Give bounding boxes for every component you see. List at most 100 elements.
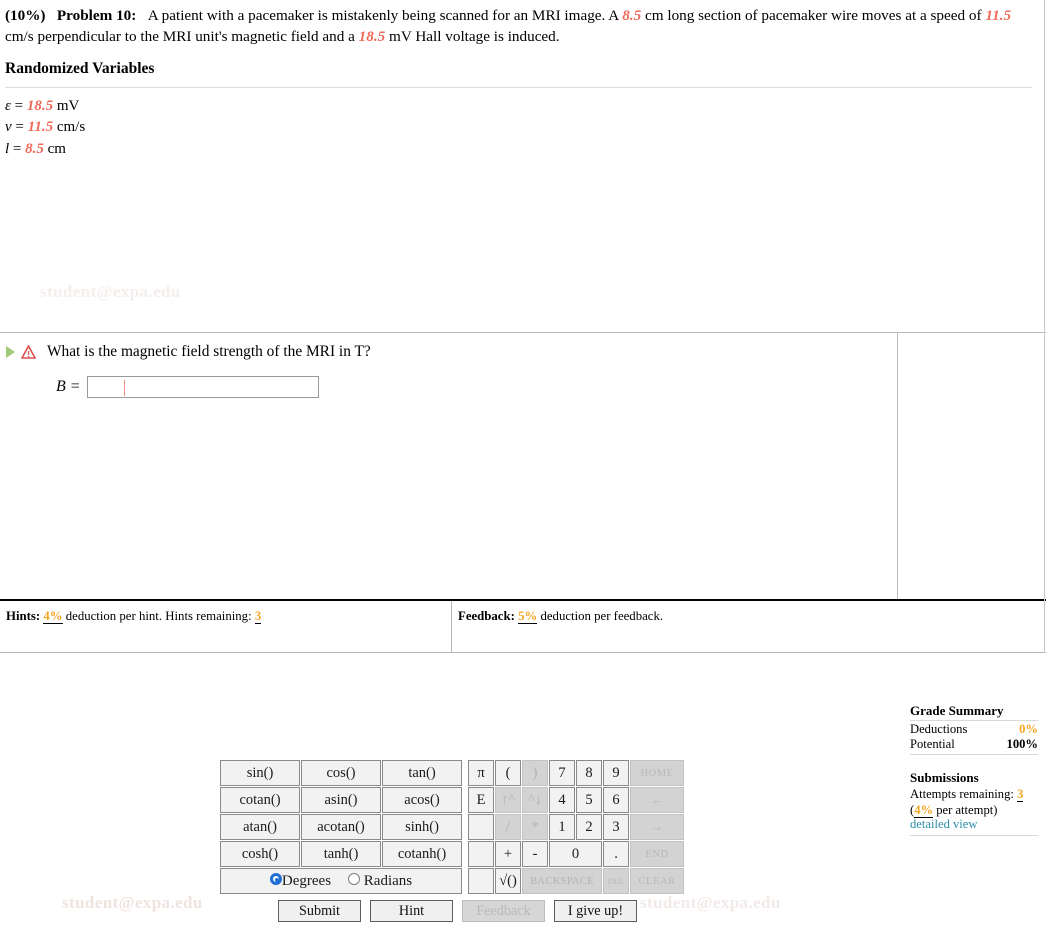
answer-input[interactable] — [86, 376, 319, 398]
warning-triangle-icon — [20, 344, 37, 359]
hints-text: deduction per hint. Hints remaining: — [62, 609, 255, 623]
calc-key-backspace[interactable]: BACKSPACE — [522, 868, 602, 894]
calc-mode-row: Degrees Radians — [220, 868, 462, 894]
problem-statement-text: (10%) Problem 10: A patient with a pacem… — [5, 6, 1037, 47]
calc-key-cotanh[interactable]: cotanh() — [382, 841, 462, 867]
calc-key-tanh[interactable]: tanh() — [301, 841, 381, 867]
radio-degrees-dot[interactable] — [269, 872, 282, 885]
problem-text-4: mV Hall voltage is induced. — [385, 27, 560, 45]
angle-mode-cell[interactable]: Degrees Radians — [220, 868, 462, 894]
calc-key-e[interactable]: E — [468, 787, 494, 813]
rv-eq-0: = — [10, 98, 27, 114]
calc-keypad-row: √() BACKSPACE DEL CLEAR — [468, 868, 684, 894]
calc-key-plus[interactable]: + — [495, 841, 521, 867]
calc-key-7[interactable]: 7 — [549, 760, 575, 786]
hints-deduction-value: 4% — [43, 609, 63, 624]
randomized-variable-row: l = 8.5 cm — [5, 139, 85, 160]
calc-key-home[interactable]: HOME — [630, 760, 684, 786]
calc-key-del[interactable]: DEL — [603, 868, 629, 894]
question-line: What is the magnetic field strength of t… — [6, 343, 371, 361]
calc-key-pi[interactable]: π — [468, 760, 494, 786]
calc-key-power-down[interactable]: ^↓ — [522, 787, 548, 813]
calc-key-acos[interactable]: acos() — [382, 787, 462, 813]
rv-symbol-v: v — [5, 119, 12, 136]
detailed-view-link[interactable]: detailed view — [910, 817, 978, 832]
randomized-variable-row: v = 11.5 cm/s — [5, 117, 85, 138]
problem-text-3: cm/s perpendicular to the MRI unit's mag… — [5, 27, 359, 45]
grade-summary-title: Grade Summary — [910, 703, 1004, 718]
rv-eq-2: = — [9, 140, 26, 157]
calc-key-blank-3[interactable] — [468, 868, 494, 894]
hint-button[interactable]: Hint — [370, 900, 453, 922]
rv-unit-0: mV — [53, 98, 80, 114]
calc-key-divide[interactable]: / — [495, 814, 521, 840]
problem-text-1: A patient with a pacemaker is mistakenly… — [147, 7, 623, 24]
answer-left-pane — [0, 333, 898, 599]
feedback-info: Feedback: 5% deduction per feedback. — [452, 601, 1046, 652]
calc-key-cos[interactable]: cos() — [301, 760, 381, 786]
calc-key-sin[interactable]: sin() — [220, 760, 300, 786]
calc-key-minus[interactable]: - — [522, 841, 548, 867]
submit-button[interactable]: Submit — [278, 900, 361, 922]
calc-key-blank-2[interactable] — [468, 841, 494, 867]
calc-key-multiply[interactable]: * — [522, 814, 548, 840]
calc-key-close-paren[interactable]: ) — [522, 760, 548, 786]
calc-key-cosh[interactable]: cosh() — [220, 841, 300, 867]
play-triangle-icon[interactable] — [6, 346, 15, 358]
calc-key-1[interactable]: 1 — [549, 814, 575, 840]
calc-key-end[interactable]: END — [630, 841, 684, 867]
radio-degrees[interactable]: Degrees — [269, 872, 332, 890]
calc-key-decimal[interactable]: . — [603, 841, 629, 867]
hints-label: Hints: — [6, 609, 41, 623]
calc-key-arrow-right[interactable]: → — [630, 814, 684, 840]
calculator-widget[interactable]: sin() cos() tan() cotan() asin() acos() … — [219, 759, 685, 895]
calc-key-acotan[interactable]: acotan() — [301, 814, 381, 840]
calc-key-2[interactable]: 2 — [576, 814, 602, 840]
rv-unit-2: cm — [43, 140, 66, 157]
calc-key-open-paren[interactable]: ( — [495, 760, 521, 786]
randomized-variables-divider — [5, 87, 1032, 88]
randomized-variables-list: ε = 18.5 mV v = 11.5 cm/s l = 8.5 cm — [5, 96, 85, 160]
answer-region: What is the magnetic field strength of t… — [0, 333, 1046, 922]
calc-key-8[interactable]: 8 — [576, 760, 602, 786]
rv-value-l: 8.5 — [25, 140, 44, 157]
calc-key-9[interactable]: 9 — [603, 760, 629, 786]
problem-value-voltage: 18.5 — [358, 27, 386, 45]
randomized-variables-heading: Randomized Variables — [5, 60, 155, 77]
radio-radians-label: Radians — [363, 872, 413, 889]
calc-key-3[interactable]: 3 — [603, 814, 629, 840]
watermark-text: student@expa.edu — [640, 893, 781, 912]
calculator-function-table[interactable]: sin() cos() tan() cotan() asin() acos() … — [219, 759, 463, 895]
problem-percent: (10%) — [5, 7, 46, 24]
grade-summary-divider-2 — [910, 754, 1038, 755]
per-attempt-suffix: per attempt) — [933, 803, 998, 818]
calc-key-cotan[interactable]: cotan() — [220, 787, 300, 813]
calc-keypad-row: E ↑^ ^↓ 4 5 6 ← — [468, 787, 684, 813]
question-text: What is the magnetic field strength of t… — [47, 343, 371, 360]
calc-key-clear[interactable]: CLEAR — [630, 868, 684, 894]
calc-key-5[interactable]: 5 — [576, 787, 602, 813]
deductions-label: Deductions — [910, 722, 968, 736]
answer-variable-label: B = — [56, 378, 81, 395]
potential-value: 100% — [1006, 737, 1038, 751]
calc-key-blank-1[interactable] — [468, 814, 494, 840]
submissions-title: Submissions — [910, 770, 979, 785]
attempts-remaining-block: Attempts remaining: 3 (4% per attempt) — [910, 786, 1043, 819]
calc-key-asin[interactable]: asin() — [301, 787, 381, 813]
radio-radians[interactable]: Radians — [348, 872, 413, 890]
radio-degrees-label: Degrees — [281, 872, 332, 889]
calc-key-4[interactable]: 4 — [549, 787, 575, 813]
calc-key-0[interactable]: 0 — [549, 841, 602, 867]
calc-key-sqrt[interactable]: √() — [495, 868, 521, 894]
attempts-label: Attempts remaining: — [910, 787, 1014, 801]
calculator-keypad-table[interactable]: π ( ) 7 8 9 HOME E ↑^ ^↓ 4 5 6 ← / * 1 2… — [467, 759, 685, 895]
grade-summary-panel: Grade Summary Deductions 0% Potential 10… — [905, 666, 1046, 934]
calc-key-tan[interactable]: tan() — [382, 760, 462, 786]
calc-key-arrow-left[interactable]: ← — [630, 787, 684, 813]
calc-key-6[interactable]: 6 — [603, 787, 629, 813]
calc-key-sinh[interactable]: sinh() — [382, 814, 462, 840]
calc-key-power-up[interactable]: ↑^ — [495, 787, 521, 813]
give-up-button[interactable]: I give up! — [554, 900, 637, 922]
radio-radians-dot[interactable] — [348, 872, 361, 885]
calc-key-atan[interactable]: atan() — [220, 814, 300, 840]
